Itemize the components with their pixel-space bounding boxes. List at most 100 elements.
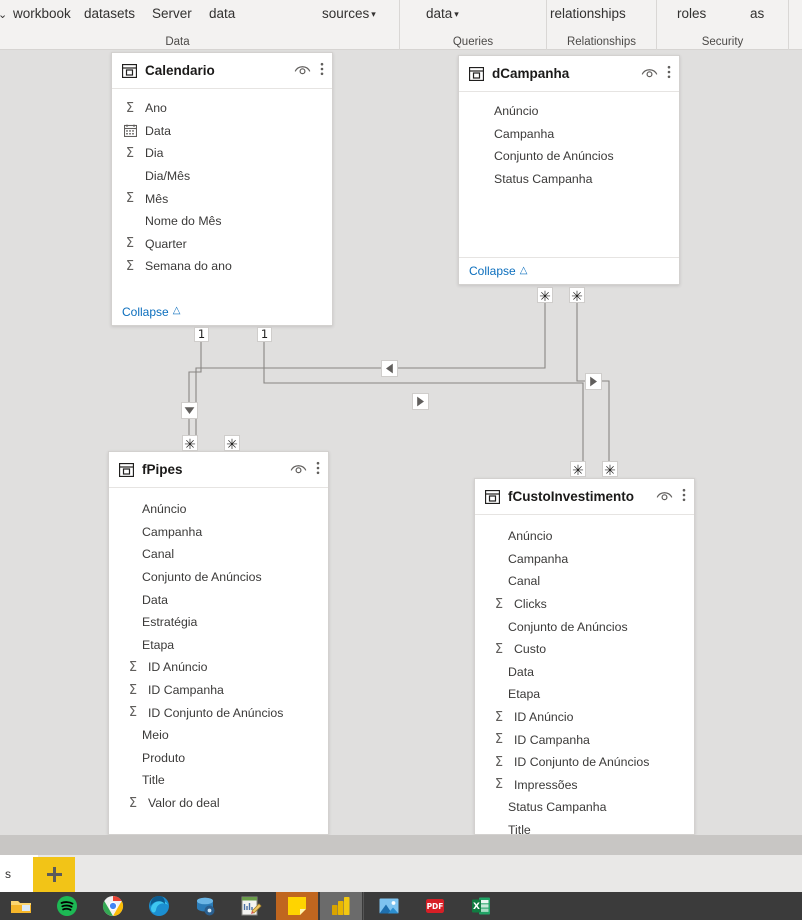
field-row[interactable]: Anúncio <box>475 525 694 548</box>
field-row[interactable]: Produto <box>109 747 328 770</box>
field-row[interactable]: Campanha <box>109 521 328 544</box>
cardinality-badge-many[interactable]: ✳ <box>602 461 618 478</box>
field-row[interactable]: Etapa <box>475 683 694 706</box>
power-bi-icon[interactable] <box>330 895 352 917</box>
field-row[interactable]: Σ Mês <box>112 187 332 210</box>
field-row[interactable]: Σ Dia <box>112 142 332 165</box>
more-options-icon[interactable] <box>667 65 671 82</box>
field-list-fcustoinvestimento: Anúncio Campanha Canal Σ Clicks Conjunto… <box>475 515 694 835</box>
field-row[interactable]: Campanha <box>484 123 679 146</box>
ribbon-command-datasets[interactable]: datasets <box>84 7 135 21</box>
sticky-notes-icon[interactable] <box>286 895 308 917</box>
hide-fields-eye-icon[interactable] <box>656 489 673 504</box>
field-row[interactable]: Σ ID Conjunto de Anúncios <box>109 701 328 724</box>
chrome-icon[interactable] <box>102 895 124 917</box>
collapse-button[interactable]: Collapse △ <box>122 305 180 319</box>
cardinality-badge-many[interactable]: ✳ <box>224 435 240 452</box>
filter-direction-arrow-left[interactable] <box>381 360 398 377</box>
cardinality-badge-many[interactable]: ✳ <box>537 287 553 304</box>
field-row[interactable]: Σ ID Conjunto de Anúncios <box>475 751 694 774</box>
field-row[interactable]: Σ Quarter <box>112 233 332 256</box>
field-row[interactable]: Meio <box>109 724 328 747</box>
sigma-icon: Σ <box>494 777 504 793</box>
field-row[interactable]: Anúncio <box>484 100 679 123</box>
field-row[interactable]: Conjunto de Anúncios <box>109 566 328 589</box>
field-row[interactable]: Σ Clicks <box>475 593 694 616</box>
notes-editor-icon[interactable] <box>240 895 262 917</box>
filter-direction-arrow-down[interactable] <box>181 402 198 419</box>
sigma-icon: Σ <box>494 754 504 770</box>
filter-direction-arrow-right[interactable] <box>412 393 429 410</box>
table-header-calendario[interactable]: Calendario <box>112 53 332 89</box>
field-row[interactable]: Canal <box>475 570 694 593</box>
excel-icon[interactable]: X <box>470 895 492 917</box>
ribbon-toolbar: ⌄ workbook datasets Server data sources▾… <box>0 0 802 50</box>
ribbon-command-manage-roles[interactable]: roles <box>677 7 706 21</box>
more-options-icon[interactable] <box>316 461 320 478</box>
cardinality-badge-one[interactable]: 1 <box>194 327 209 342</box>
azure-data-studio-icon[interactable] <box>194 895 216 917</box>
field-row[interactable]: Σ ID Campanha <box>475 728 694 751</box>
field-row[interactable]: Title <box>475 819 694 835</box>
field-row[interactable]: Campanha <box>475 548 694 571</box>
field-row[interactable]: Σ ID Anúncio <box>109 656 328 679</box>
field-row[interactable]: Conjunto de Anúncios <box>484 145 679 168</box>
pdf-reader-icon[interactable]: PDF <box>424 895 446 917</box>
edge-icon[interactable] <box>148 895 170 917</box>
field-row[interactable]: Status Campanha <box>484 168 679 191</box>
more-options-icon[interactable] <box>320 62 324 79</box>
field-row[interactable]: Canal <box>109 543 328 566</box>
cardinality-badge-many[interactable]: ✳ <box>569 287 585 304</box>
no-icon-spacer <box>122 214 138 228</box>
field-row[interactable]: Dia/Mês <box>112 165 332 188</box>
filter-direction-arrow-right[interactable] <box>585 373 602 390</box>
hide-fields-eye-icon[interactable] <box>290 462 307 477</box>
ribbon-command-server[interactable]: Server <box>152 7 192 21</box>
ribbon-command-sources[interactable]: sources ▾ <box>322 7 376 21</box>
field-label: ID Anúncio <box>514 710 574 725</box>
field-row[interactable]: Data <box>475 661 694 684</box>
hide-fields-eye-icon[interactable] <box>641 66 658 81</box>
field-row[interactable]: Estratégia <box>109 611 328 634</box>
field-row[interactable]: Σ ID Campanha <box>109 679 328 702</box>
cardinality-badge-one[interactable]: 1 <box>257 327 272 342</box>
table-card-fcustoinvestimento[interactable]: fCustoInvestimento Anúncio Campanha Cana… <box>474 478 695 835</box>
spotify-icon[interactable] <box>56 895 78 917</box>
field-row[interactable]: Nome do Mês <box>112 210 332 233</box>
field-row[interactable]: Status Campanha <box>475 796 694 819</box>
table-header-fcustoinvestimento[interactable]: fCustoInvestimento <box>475 479 694 515</box>
field-row[interactable]: Σ Valor do deal <box>109 792 328 815</box>
ribbon-command-manage-relationships[interactable]: relationships <box>550 7 626 21</box>
field-row[interactable]: Etapa <box>109 634 328 657</box>
model-diagram-canvas[interactable]: Calendario Σ Ano Data Σ Dia Dia/Mês Σ Mê… <box>0 50 802 835</box>
hide-fields-eye-icon[interactable] <box>294 63 311 78</box>
field-row[interactable]: Data <box>109 588 328 611</box>
field-row[interactable]: Σ Impressões <box>475 774 694 797</box>
field-row[interactable]: Conjunto de Anúncios <box>475 615 694 638</box>
cardinality-badge-many[interactable]: ✳ <box>182 435 198 452</box>
table-card-fpipes[interactable]: fPipes Anúncio Campanha Canal Conjunto d… <box>108 451 329 835</box>
table-header-dcampanha[interactable]: dCampanha <box>459 56 679 92</box>
field-row[interactable]: Σ Semana do ano <box>112 255 332 278</box>
photos-icon[interactable] <box>378 895 400 917</box>
ribbon-command-transform-data[interactable]: data ▾ <box>426 7 459 21</box>
more-options-icon[interactable] <box>682 488 686 505</box>
field-row[interactable]: Data <box>112 120 332 143</box>
cardinality-badge-many[interactable]: ✳ <box>570 461 586 478</box>
table-card-dcampanha[interactable]: dCampanha Anúncio Campanha Conjunto de A… <box>458 55 680 285</box>
field-row[interactable]: Σ ID Anúncio <box>475 706 694 729</box>
ribbon-command-view-as[interactable]: as <box>750 7 764 21</box>
ribbon-command-workbook[interactable]: workbook <box>13 7 71 21</box>
table-card-calendario[interactable]: Calendario Σ Ano Data Σ Dia Dia/Mês Σ Mê… <box>111 52 333 326</box>
add-page-button[interactable] <box>33 857 75 892</box>
sigma-icon: Σ <box>494 596 504 612</box>
collapse-button[interactable]: Collapse △ <box>469 264 527 278</box>
field-row[interactable]: Anúncio <box>109 498 328 521</box>
file-explorer-icon[interactable] <box>10 895 32 917</box>
ribbon-command-data[interactable]: data <box>209 7 235 21</box>
ribbon-leading-chevron[interactable]: ⌄ <box>0 8 7 22</box>
field-row[interactable]: Title <box>109 769 328 792</box>
field-row[interactable]: Σ Custo <box>475 638 694 661</box>
field-row[interactable]: Σ Ano <box>112 97 332 120</box>
table-header-fpipes[interactable]: fPipes <box>109 452 328 488</box>
